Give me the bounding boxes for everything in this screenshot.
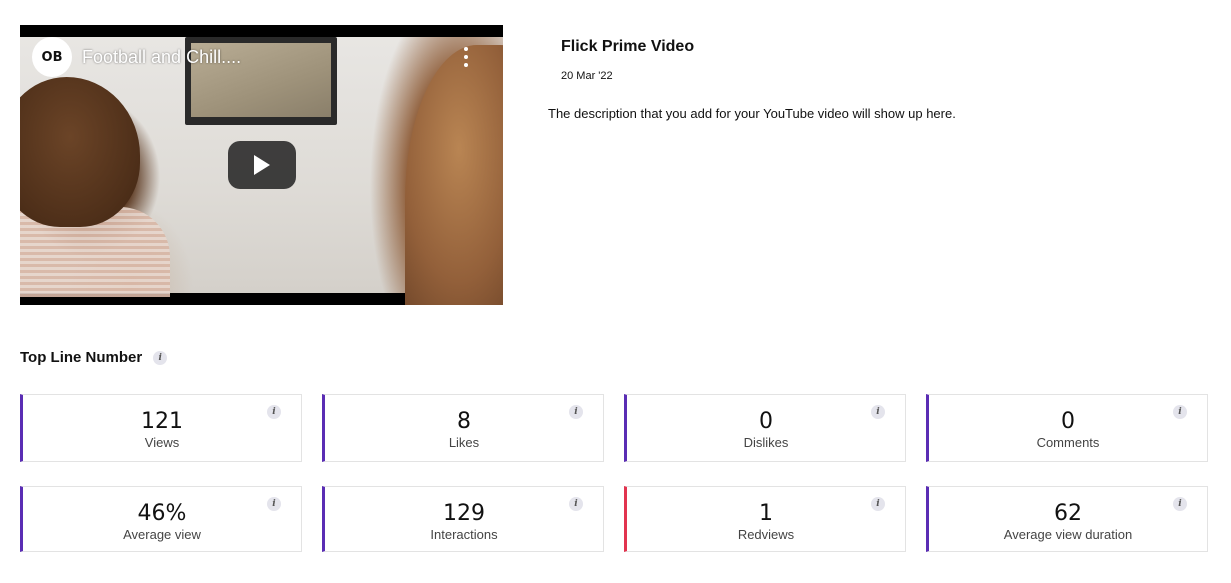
more-vertical-icon[interactable] [460, 47, 472, 67]
metric-label: Average view [123, 527, 201, 542]
video-player[interactable]: OB Football and Chill.... [20, 25, 503, 305]
metric-value: 129 [443, 501, 485, 526]
metric-label: Average view duration [1003, 527, 1133, 542]
metric-card-dislikes: i 0 Dislikes [624, 394, 906, 462]
metric-value: 121 [141, 409, 183, 434]
page: OB Football and Chill.... Flick Prime Vi… [0, 0, 1231, 583]
metric-card-interactions: i 129 Interactions [322, 486, 604, 552]
metric-value: 1 [759, 501, 773, 526]
metric-card-likes: i 8 Likes [322, 394, 604, 462]
video-description: The description that you add for your Yo… [548, 106, 956, 121]
metric-value: 0 [759, 409, 773, 434]
metric-value: 46% [137, 501, 187, 526]
metric-card-redviews: i 1 Redviews [624, 486, 906, 552]
metric-card-average-view: i 46% Average view [20, 486, 302, 552]
metric-card-views: i 121 Views [20, 394, 302, 462]
thumbnail-girl-hair [405, 45, 503, 305]
metric-label: Interactions [430, 527, 498, 542]
play-icon [254, 155, 270, 175]
metric-card-average-view-duration: i 62 Average view duration [926, 486, 1208, 552]
video-channel-title: Flick Prime Video [561, 38, 695, 55]
metrics-row-2: i 46% Average view i 129 Interactions i … [20, 486, 1208, 552]
video-date: 20 Mar '22 [561, 70, 613, 82]
metric-label: Redviews [737, 527, 795, 542]
section-title: Top Line Number i [20, 349, 168, 366]
thumbnail-kid-hair [20, 77, 140, 227]
metric-value: 8 [457, 409, 471, 434]
info-icon[interactable]: i [153, 350, 168, 365]
metric-value: 62 [1054, 501, 1082, 526]
metric-label: Comments [1036, 435, 1100, 450]
metric-label: Likes [448, 435, 480, 450]
metrics-row-1: i 121 Views i 8 Likes i 0 Dislikes i 0 C… [20, 394, 1208, 462]
video-title[interactable]: Football and Chill.... [82, 47, 241, 68]
metric-card-comments: i 0 Comments [926, 394, 1208, 462]
metric-label: Views [144, 435, 180, 450]
section-title-text: Top Line Number [20, 349, 143, 366]
metric-label: Dislikes [743, 435, 789, 450]
metric-value: 0 [1061, 409, 1075, 434]
channel-logo-text: OB [41, 49, 63, 65]
play-button[interactable] [228, 141, 296, 189]
channel-logo-icon[interactable]: OB [32, 37, 72, 77]
